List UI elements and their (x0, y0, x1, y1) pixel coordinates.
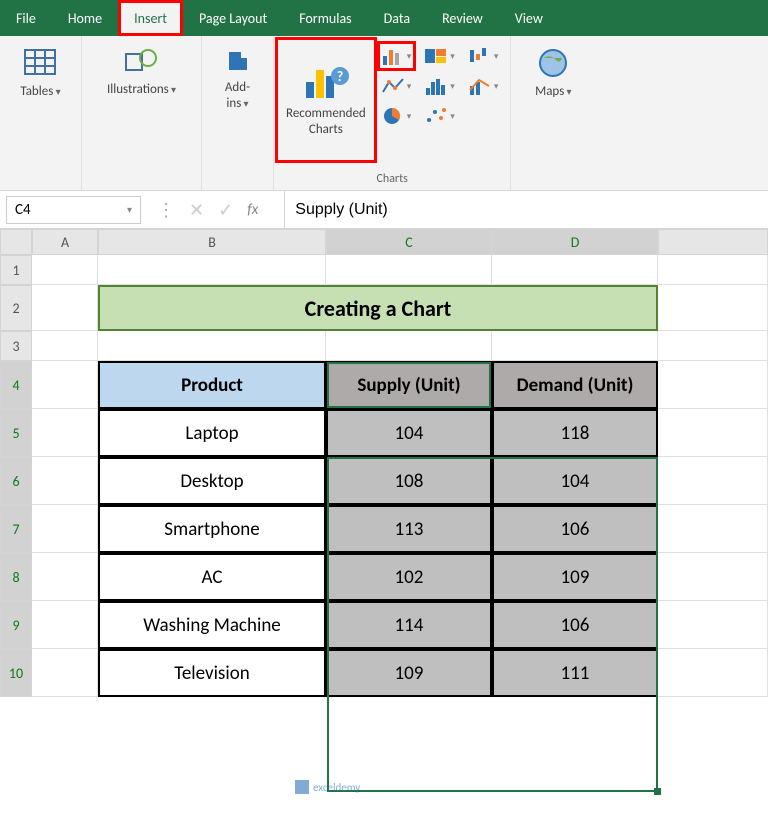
row-9[interactable]: 9 (0, 601, 32, 649)
row-6[interactable]: 6 (0, 457, 32, 505)
column-chart-button[interactable] (380, 44, 414, 68)
table-row[interactable]: 104 (492, 457, 658, 505)
tab-review[interactable]: Review (426, 0, 499, 36)
addins-button[interactable]: Add- ins (215, 42, 261, 115)
tab-formulas[interactable]: Formulas (283, 0, 367, 36)
col-extra[interactable] (658, 229, 768, 255)
maps-button[interactable]: Maps (527, 42, 579, 104)
fx-icon[interactable]: fx (247, 201, 268, 219)
table-row[interactable]: AC (98, 553, 326, 601)
illustrations-label: Illustrations (107, 82, 176, 98)
shapes-icon (124, 46, 160, 78)
combo-chart-button[interactable] (467, 74, 501, 98)
cancel-icon[interactable]: ✕ (189, 199, 204, 221)
table-row[interactable]: 113 (326, 505, 492, 553)
hdr-supply[interactable]: Supply (Unit) (326, 361, 492, 409)
selection-handle[interactable] (654, 788, 661, 795)
tab-insert[interactable]: Insert (118, 0, 183, 36)
histogram-icon (425, 76, 447, 96)
formula-bar: C4 ⋮ ✕ ✓ fx (0, 191, 768, 229)
watermark: exceldemy (295, 780, 360, 794)
table-icon (23, 46, 57, 80)
row-10[interactable]: 10 (0, 649, 32, 697)
recommended-charts-label: Recommended Charts (286, 106, 366, 137)
statistic-chart-button[interactable] (423, 74, 457, 98)
svg-text:?: ? (337, 68, 344, 85)
watermark-icon (295, 780, 309, 794)
select-all-corner[interactable] (0, 229, 32, 255)
table-row[interactable]: 114 (326, 601, 492, 649)
table-row[interactable]: 109 (326, 649, 492, 697)
table-row[interactable]: 106 (492, 505, 658, 553)
expand-icon[interactable]: ⋮ (157, 199, 175, 221)
tab-file[interactable]: File (0, 0, 52, 36)
row-7[interactable]: 7 (0, 505, 32, 553)
waterfall-icon (469, 46, 491, 66)
table-row[interactable]: 111 (492, 649, 658, 697)
table-row[interactable]: Smartphone (98, 505, 326, 553)
table-row[interactable]: Desktop (98, 457, 326, 505)
table-row[interactable]: 102 (326, 553, 492, 601)
table-row[interactable]: 106 (492, 601, 658, 649)
scatter-chart-button[interactable] (423, 104, 457, 128)
waterfall-chart-button[interactable] (467, 44, 501, 68)
illustrations-button[interactable]: Illustrations (99, 42, 184, 102)
hierarchy-chart-button[interactable] (423, 44, 457, 68)
col-B[interactable]: B (98, 229, 326, 255)
col-C[interactable]: C (326, 229, 492, 255)
scatter-chart-icon (425, 106, 447, 126)
ribbon: Tables Illustrations Add- ins ? Recommen… (0, 36, 768, 191)
worksheet[interactable]: A B C D 1 2 Creating a Chart 3 4 Product… (0, 229, 768, 697)
row-4[interactable]: 4 (0, 361, 32, 409)
table-row[interactable]: Washing Machine (98, 601, 326, 649)
tab-view[interactable]: View (499, 0, 559, 36)
pie-chart-button[interactable] (380, 104, 414, 128)
globe-icon (536, 46, 570, 80)
name-box[interactable]: C4 (6, 196, 141, 224)
ribbon-tabs: File Home Insert Page Layout Formulas Da… (0, 0, 768, 36)
tab-home[interactable]: Home (52, 0, 118, 36)
addins-icon (223, 46, 253, 76)
column-chart-icon (382, 46, 404, 66)
row-2[interactable]: 2 (0, 285, 32, 331)
charts-group-label: Charts (376, 170, 407, 186)
tables-button[interactable]: Tables (12, 42, 68, 104)
table-row[interactable]: Television (98, 649, 326, 697)
row-1[interactable]: 1 (0, 255, 32, 285)
line-chart-icon (382, 76, 404, 96)
line-chart-button[interactable] (380, 74, 414, 98)
formula-input[interactable] (284, 191, 768, 228)
table-row[interactable]: 118 (492, 409, 658, 457)
row-8[interactable]: 8 (0, 553, 32, 601)
table-row[interactable]: 109 (492, 553, 658, 601)
title-cell[interactable]: Creating a Chart (98, 285, 658, 331)
pie-chart-icon (382, 106, 404, 126)
col-A[interactable]: A (32, 229, 98, 255)
enter-icon[interactable]: ✓ (218, 199, 233, 221)
tab-page-layout[interactable]: Page Layout (183, 0, 283, 36)
hdr-product[interactable]: Product (98, 361, 326, 409)
charts-grid (374, 40, 507, 132)
combo-chart-icon (469, 76, 491, 96)
addins-label: Add- ins (225, 80, 250, 111)
treemap-icon (425, 46, 447, 66)
recommended-charts-button[interactable]: ? Recommended Charts (278, 40, 374, 160)
recommended-chart-icon: ? (302, 62, 350, 102)
row-5[interactable]: 5 (0, 409, 32, 457)
hdr-demand[interactable]: Demand (Unit) (492, 361, 658, 409)
table-row[interactable]: 104 (326, 409, 492, 457)
table-row[interactable]: Laptop (98, 409, 326, 457)
row-3[interactable]: 3 (0, 331, 32, 361)
table-row[interactable]: 108 (326, 457, 492, 505)
tab-data[interactable]: Data (368, 0, 426, 36)
tables-label: Tables (20, 84, 60, 100)
maps-label: Maps (535, 84, 571, 100)
col-D[interactable]: D (492, 229, 658, 255)
